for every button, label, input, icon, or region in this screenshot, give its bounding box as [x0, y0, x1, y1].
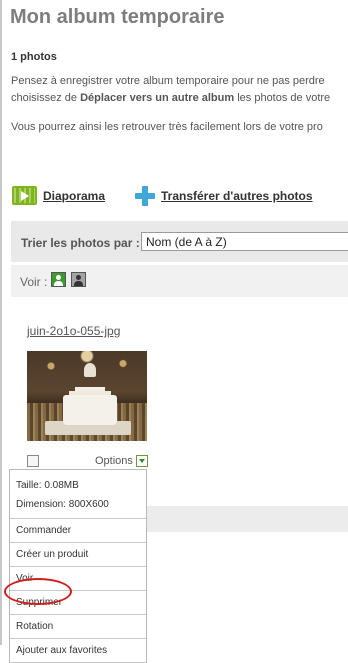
menu-item-create-product[interactable]: Créer un produit — [10, 543, 146, 567]
plus-icon — [135, 186, 155, 206]
photo-count: 1 photos — [11, 51, 57, 63]
menu-item-delete[interactable]: Supprimer — [10, 591, 146, 615]
view-label: Voir : — [20, 275, 48, 289]
menu-item-rotate[interactable]: Rotation — [10, 615, 146, 639]
info-line-1: Pensez à enregistrer votre album tempora… — [11, 75, 325, 87]
page-title: Mon album temporaire — [10, 6, 225, 28]
options-label[interactable]: Options — [95, 455, 133, 467]
page-left-border — [0, 0, 2, 645]
slideshow-link[interactable]: Diaporama — [12, 186, 105, 205]
info-line-2: choisissez de Déplacer vers un autre alb… — [11, 90, 330, 107]
view-bar: Voir : — [11, 265, 348, 297]
sort-select[interactable]: Nom (de A à Z) — [141, 232, 348, 251]
film-play-icon — [12, 186, 37, 205]
photo-select-checkbox[interactable] — [27, 455, 39, 467]
info-line-3: Vous pourrez ainsi les retrouver très fa… — [11, 121, 323, 133]
photo-thumbnail[interactable] — [27, 351, 147, 441]
slideshow-label: Diaporama — [43, 188, 106, 203]
menu-item-view[interactable]: Voir — [10, 567, 146, 591]
person-icon-grey[interactable] — [71, 272, 86, 287]
chevron-down-icon[interactable] — [136, 455, 148, 467]
info-paragraph: Pensez à enregistrer votre album tempora… — [11, 73, 330, 107]
menu-info: Taille: 0.08MB Dimension: 800X600 — [10, 470, 146, 519]
menu-item-order[interactable]: Commander — [10, 519, 146, 543]
sort-bar: Trier les photos par : Nom (de A à Z) — [11, 221, 348, 262]
photo-name-link[interactable]: juin-2o1o-055-jpg — [27, 324, 120, 338]
info-line-2-prefix: choisissez de — [11, 92, 81, 104]
background-strip — [147, 506, 348, 532]
options-menu: Taille: 0.08MB Dimension: 800X600 Comman… — [9, 469, 147, 663]
transfer-label: Transférer d'autres photos — [161, 189, 313, 203]
person-icon-green[interactable] — [51, 272, 66, 287]
menu-item-add-favorites[interactable]: Ajouter aux favorites — [10, 639, 146, 663]
info-line-2-bold: Déplacer vers un autre album — [80, 92, 235, 104]
info-line-2-suffix: les photos de votre — [234, 92, 331, 104]
dimension-info: Dimension: 800X600 — [16, 499, 109, 510]
size-info: Taille: 0.08MB — [16, 480, 79, 491]
transfer-photos-link[interactable]: Transférer d'autres photos — [135, 186, 313, 206]
sort-label: Trier les photos par : — [21, 236, 140, 250]
